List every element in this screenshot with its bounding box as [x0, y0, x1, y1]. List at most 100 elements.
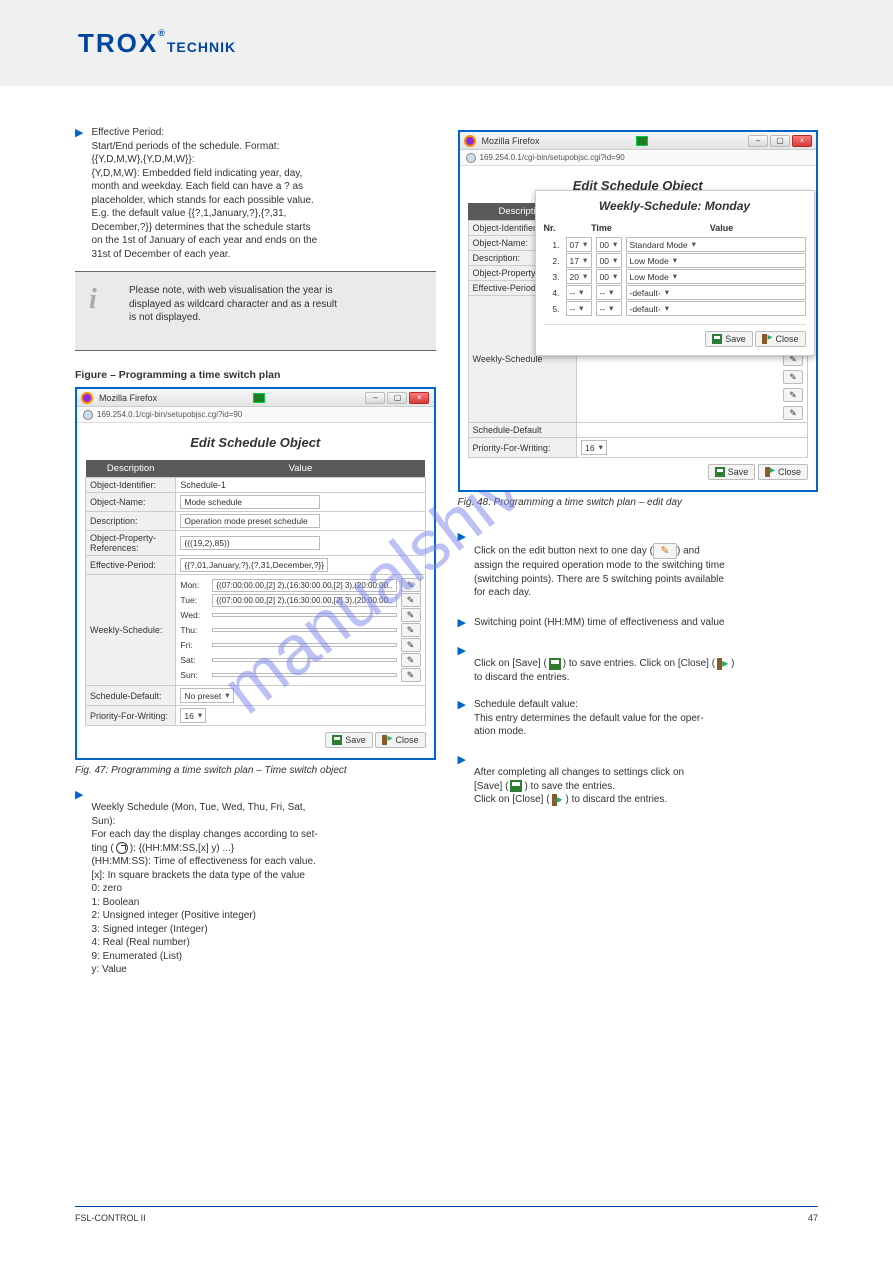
bullet-effective-period: ▶ Effective Period: Start/End periods of… [75, 126, 436, 261]
triangle-icon: ▶ [458, 530, 466, 600]
minimize-button[interactable]: – [748, 135, 768, 147]
close-icon [717, 658, 729, 670]
opr-input[interactable]: (((19,2),85)) [180, 536, 320, 550]
hour-select[interactable]: 07 [566, 237, 592, 252]
close-icon [765, 467, 775, 477]
hour-select[interactable]: -- [566, 301, 592, 316]
edit-day-button[interactable]: ✎ [401, 638, 421, 652]
day-sat-input[interactable] [212, 658, 396, 662]
minute-select[interactable]: 00 [596, 253, 622, 268]
minute-select[interactable]: -- [596, 301, 622, 316]
row-object-name-label: Object-Name: [86, 493, 176, 512]
save-icon [332, 735, 342, 745]
edit-day-button[interactable]: ✎ [401, 623, 421, 637]
value-select[interactable]: Standard Mode [626, 237, 806, 252]
value-select[interactable]: Low Mode [626, 269, 806, 284]
popup-row: 3.2000Low Mode [544, 269, 806, 284]
save-icon [549, 658, 561, 670]
logo-reg: ® [158, 28, 167, 38]
weekly-schedule-popup: Weekly-Schedule: Monday Nr. Time Value 1… [535, 190, 815, 356]
minute-select[interactable]: 00 [596, 269, 622, 284]
edit-day-button[interactable]: ✎ [401, 653, 421, 667]
day-wed-input[interactable] [212, 613, 396, 617]
minimize-button[interactable]: – [365, 392, 385, 404]
row-number: 2. [544, 256, 562, 266]
row-number: 1. [544, 240, 562, 250]
triangle-icon: ▶ [458, 616, 466, 630]
bullet-final-save: ▶ After completing all changes to settin… [458, 753, 819, 807]
close-button[interactable]: Close [758, 464, 808, 480]
day-sun-input[interactable] [212, 673, 396, 677]
pfw-select[interactable]: 16 [180, 708, 206, 723]
value-select[interactable]: Low Mode [626, 253, 806, 268]
hour-select[interactable]: 20 [566, 269, 592, 284]
url-bar[interactable]: 169.254.0.1/cgi-bin/setupobjsc.cgi?id=90 [77, 407, 434, 423]
bullet-text: Effective Period: Start/End periods of t… [91, 126, 435, 261]
url-bar[interactable]: 169.254.0.1/cgi-bin/setupobjsc.cgi?id=90 [460, 150, 817, 166]
popup-row: 5. -- -- -default- [544, 301, 806, 316]
save-icon [712, 334, 722, 344]
save-button[interactable]: Save [708, 464, 756, 480]
popup-row: 4. -- -- -default- [544, 285, 806, 300]
close-window-button[interactable]: × [409, 392, 429, 404]
save-icon [510, 780, 522, 792]
footer-left: FSL-CONTROL II [75, 1213, 146, 1223]
row-opr-label: Object-Property-References: [86, 531, 176, 556]
schedule-default-select[interactable]: No preset [180, 688, 233, 703]
save-button[interactable]: Save [325, 732, 373, 748]
row-schedule-default-label: Schedule-Default [468, 423, 577, 438]
day-thu-input[interactable] [212, 628, 396, 632]
pfw-select[interactable]: 16 [581, 440, 607, 455]
edit-day-button[interactable]: ✎ [783, 406, 803, 420]
value-select[interactable]: -default- [626, 301, 806, 316]
window-titlebar: Mozilla Firefox – ▢ × [460, 132, 817, 150]
th-value: Value [176, 460, 425, 478]
row-weekly-schedule-label: Weekly-Schedule: [86, 575, 176, 686]
description-input[interactable]: Operation mode preset schedule [180, 514, 320, 528]
edit-day-button[interactable]: ✎ [783, 370, 803, 384]
maximize-button[interactable]: ▢ [770, 135, 790, 147]
day-fri-input[interactable] [212, 643, 396, 647]
hour-select[interactable]: -- [566, 285, 592, 300]
edit-day-button[interactable]: ✎ [783, 388, 803, 402]
header-band: TROX®TECHNIK [0, 0, 893, 86]
figure-heading: Figure – Programming a time switch plan [75, 369, 436, 381]
popup-close-button[interactable]: Close [755, 331, 805, 347]
value-select[interactable]: -default- [626, 285, 806, 300]
bullet-text: Weekly Schedule (Mon, Tue, Wed, Thu, Fri… [91, 788, 435, 977]
firefox-icon [464, 135, 476, 147]
hour-select[interactable]: 17 [566, 253, 592, 268]
globe-icon [83, 410, 93, 420]
triangle-icon: ▶ [75, 126, 83, 261]
row-object-identifier-value: Schedule-1 [176, 478, 425, 493]
edit-day-button[interactable]: ✎ [401, 593, 421, 607]
effective-period-input[interactable]: {{?,01,January,?},{?,31,December,?}} [180, 558, 328, 572]
day-mon-input[interactable]: {(07:00:00.00,[2] 2),(16:30:00.00,[2] 3)… [212, 579, 396, 592]
bullet-text: Switching point (HH:MM) time of effectiv… [474, 616, 818, 630]
edit-day-button[interactable]: ✎ [401, 668, 421, 682]
popup-save-button[interactable]: Save [705, 331, 753, 347]
save-icon [715, 467, 725, 477]
figure-48-caption: Fig. 48: Programming a time switch plan … [458, 496, 819, 510]
day-label: Tue: [180, 595, 208, 605]
screenshot-edit-schedule-2: Mozilla Firefox – ▢ × 169.254.0.1/cgi-bi… [458, 130, 819, 492]
popup-row: 2. 17 00 Low Mode [544, 253, 806, 268]
minute-select[interactable]: -- [596, 285, 622, 300]
edit-day-button[interactable]: ✎ [401, 578, 421, 592]
day-tue-input[interactable]: {(07:00:00.00,[2] 2),(16:30:00.00,[2] 3)… [212, 594, 396, 607]
th-description: Description [86, 460, 176, 478]
info-icon: i [89, 284, 97, 316]
object-name-input[interactable]: Mode schedule [180, 495, 320, 509]
row-number: 4. [544, 288, 562, 298]
bullet-save-close: ▶ Click on [Save] () to save entries. Cl… [458, 644, 819, 685]
close-button[interactable]: Close [375, 732, 425, 748]
row-number: 5. [544, 304, 562, 314]
logo: TROX®TECHNIK [78, 28, 236, 59]
maximize-button[interactable]: ▢ [387, 392, 407, 404]
close-icon [552, 794, 564, 806]
close-icon [382, 735, 392, 745]
close-window-button[interactable]: × [792, 135, 812, 147]
day-label: Fri: [180, 640, 208, 650]
edit-day-button[interactable]: ✎ [401, 608, 421, 622]
minute-select[interactable]: 00 [596, 237, 622, 252]
